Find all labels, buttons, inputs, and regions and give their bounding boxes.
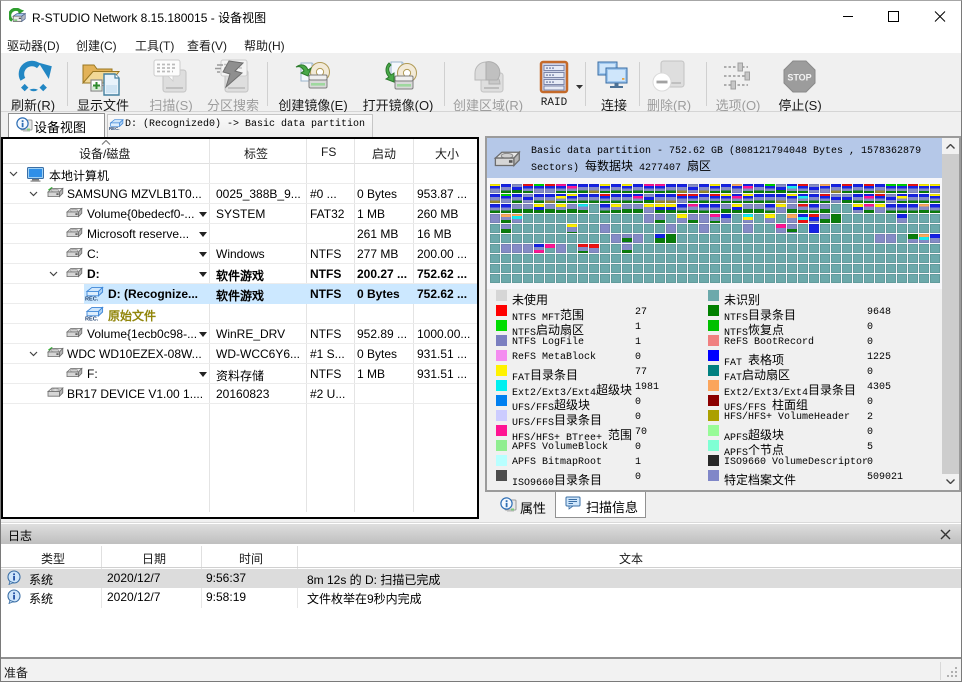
svg-text:STOP: STOP <box>787 73 811 83</box>
svg-text:REC.: REC. <box>85 297 99 301</box>
svg-text:REC.: REC. <box>85 317 99 321</box>
svg-text:REC.: REC. <box>109 126 120 131</box>
